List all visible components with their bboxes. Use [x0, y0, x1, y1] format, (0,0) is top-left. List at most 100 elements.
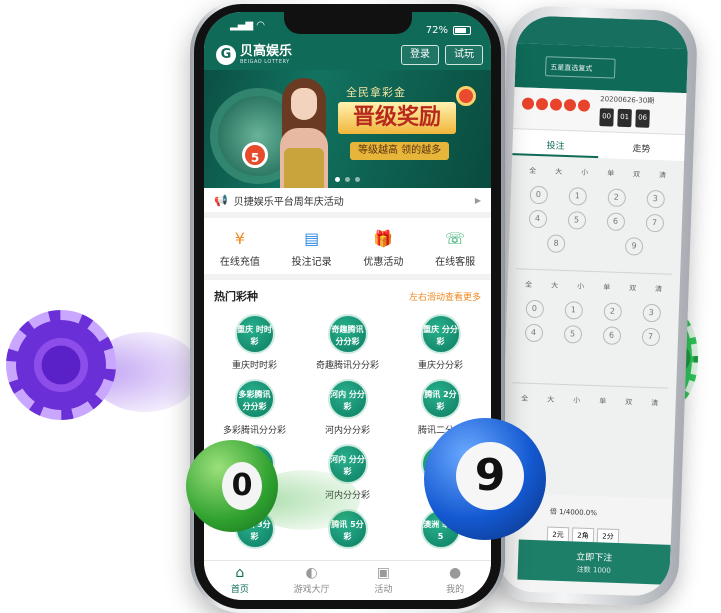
pick-even[interactable]: 双 — [625, 397, 632, 407]
pick-big[interactable]: 大 — [551, 281, 558, 291]
digit-button[interactable]: 5 — [567, 211, 586, 230]
digit-button[interactable]: 3 — [641, 303, 661, 323]
tab-mine[interactable]: ● 我的 — [419, 561, 491, 600]
bet-count: 注数 1000 — [576, 565, 611, 575]
app-subtitle: BEIGAO LOTTERY — [240, 59, 290, 65]
countdown-minutes: 01 — [617, 108, 632, 128]
last-draw-balls — [521, 97, 591, 112]
digit-button[interactable]: 1 — [564, 301, 583, 320]
pick-clear[interactable]: 清 — [651, 398, 658, 408]
announcement-bar[interactable]: 📢 贝捷娱乐平台周年庆活动 ▶ — [204, 188, 491, 218]
game-badge-icon: 重庆 分分彩 — [420, 314, 461, 354]
quick-promotions[interactable]: 🎁 优惠活动 — [353, 228, 413, 268]
digit-block: 全 大 小 单 双 清 0 1 2 3 4 5 6 7 — [516, 161, 676, 275]
game-item[interactable]: 多彩腾讯 分分彩 多彩腾讯分分彩 — [208, 379, 301, 436]
pick-clear[interactable]: 清 — [659, 170, 666, 180]
pick-big[interactable]: 大 — [547, 394, 554, 404]
login-button[interactable]: 登录 — [401, 45, 439, 65]
pick-small[interactable]: 小 — [581, 168, 588, 178]
digit-button[interactable]: 2 — [606, 188, 626, 208]
carousel-dot[interactable] — [335, 177, 340, 182]
yen-coin-icon: ¥ — [234, 229, 245, 248]
pick-odd[interactable]: 单 — [607, 168, 614, 178]
quick-support[interactable]: ☏ 在线客服 — [425, 228, 485, 268]
digit-button[interactable]: 9 — [624, 237, 644, 256]
quick-pick-row: 全 大 小 单 双 清 — [519, 161, 676, 184]
pick-all[interactable]: 全 — [525, 280, 532, 290]
phone-notch — [284, 12, 412, 34]
game-item[interactable]: 河内 分分彩 河内分分彩 — [301, 379, 394, 436]
quick-pick-row: 全 大 小 单 双 清 — [515, 275, 672, 298]
game-badge-icon: 奇趣腾讯 分分彩 — [327, 314, 368, 354]
play-mode-select[interactable]: 五星直选复式 — [544, 56, 616, 79]
draw-ball — [563, 98, 577, 112]
digit-button[interactable]: 4 — [524, 323, 543, 343]
multiplier-label: 倍 — [549, 507, 557, 516]
tab-trend[interactable]: 走势 — [598, 132, 685, 161]
digit-button[interactable]: 3 — [645, 189, 665, 209]
headset-chat-icon: ☏ — [445, 229, 466, 248]
pick-all[interactable]: 全 — [529, 166, 536, 176]
game-item[interactable]: 奇趣腾讯 分分彩 奇趣腾讯分分彩 — [301, 314, 394, 371]
digit-button[interactable]: 0 — [525, 299, 544, 319]
digit-button[interactable]: 7 — [641, 327, 660, 347]
model-image — [276, 76, 332, 188]
pick-all[interactable]: 全 — [521, 394, 528, 404]
digit-button[interactable]: 7 — [645, 213, 664, 233]
green-lottery-ball: 0 — [186, 440, 278, 532]
battery-icon — [453, 25, 471, 35]
place-bet-label: 立即下注 — [576, 552, 613, 564]
multiplier: 倍 1/4000.0% — [550, 507, 598, 519]
signal-icon: ▂▄▆ ◠ — [230, 20, 265, 31]
digit-button[interactable]: 8 — [546, 234, 566, 253]
digit-button[interactable]: 6 — [606, 212, 625, 232]
gift-icon: 🎁 — [373, 229, 394, 248]
quick-recharge-label: 在线充值 — [219, 257, 260, 268]
game-badge-icon: 腾讯 2分彩 — [420, 379, 461, 419]
promo-banner[interactable]: 5 全民拿彩金 晋级奖励 等级越高 领的越多 — [204, 70, 491, 188]
pick-even[interactable]: 双 — [633, 169, 640, 179]
tab-activities[interactable]: ▣ 活动 — [348, 561, 420, 600]
pick-small[interactable]: 小 — [573, 395, 580, 405]
place-bet-button[interactable]: 立即下注 注数 1000 — [517, 539, 671, 585]
pick-clear[interactable]: 清 — [655, 284, 662, 294]
digit-block: 全 大 小 单 双 清 0 1 2 3 4 5 6 7 — [512, 275, 672, 389]
carousel-dot[interactable] — [345, 177, 350, 182]
chevron-right-icon: ▶ — [474, 195, 481, 205]
multiplier-value[interactable]: 1/4000.0% — [559, 508, 597, 517]
lottery-ball-icon: 5 — [242, 142, 268, 168]
banner-tagline: 等级越高 领的越多 — [350, 142, 450, 160]
digit-button[interactable]: 4 — [528, 209, 547, 229]
digit-button[interactable]: 2 — [603, 302, 622, 321]
tab-home[interactable]: ⌂ 首页 — [204, 561, 276, 600]
pick-odd[interactable]: 单 — [603, 282, 610, 292]
digit-row: 0 1 2 3 — [515, 299, 672, 323]
game-item[interactable]: 重庆 时时彩 重庆时时彩 — [208, 314, 301, 371]
tab-game-hall[interactable]: ◐ 游戏大厅 — [276, 561, 348, 600]
digit-button[interactable]: 0 — [529, 185, 548, 205]
issue-label: 20200626-30期 — [600, 95, 655, 106]
digit-button[interactable]: 1 — [568, 187, 587, 206]
pick-odd[interactable]: 单 — [599, 396, 606, 406]
game-label: 多彩腾讯分分彩 — [222, 426, 286, 436]
hot-games-title: 热门彩种 — [214, 290, 258, 303]
swipe-more-link[interactable]: 左右滑动查看更多 — [409, 290, 481, 303]
quick-bet-records[interactable]: ▤ 投注记录 — [282, 228, 342, 268]
countdown: 00 01 06 — [599, 108, 650, 128]
pick-even[interactable]: 双 — [629, 283, 636, 293]
countdown-hours: 00 — [599, 108, 614, 127]
trial-button[interactable]: 试玩 — [445, 45, 483, 65]
pick-small[interactable]: 小 — [577, 281, 584, 291]
carousel-dot[interactable] — [355, 177, 360, 182]
tab-mine-label: 我的 — [446, 585, 465, 595]
digit-button[interactable]: 6 — [602, 326, 621, 345]
tab-bet[interactable]: 投注 — [512, 129, 600, 159]
game-item[interactable]: 重庆 分分彩 重庆分分彩 — [394, 314, 487, 371]
app-name: 贝高娱乐 — [240, 44, 293, 59]
game-label: 河内分分彩 — [324, 426, 370, 436]
quick-recharge[interactable]: ¥ 在线充值 — [210, 228, 270, 268]
tab-activities-label: 活动 — [374, 585, 393, 595]
pick-big[interactable]: 大 — [555, 167, 562, 177]
coin-icon — [456, 86, 476, 106]
digit-button[interactable]: 5 — [563, 324, 582, 344]
